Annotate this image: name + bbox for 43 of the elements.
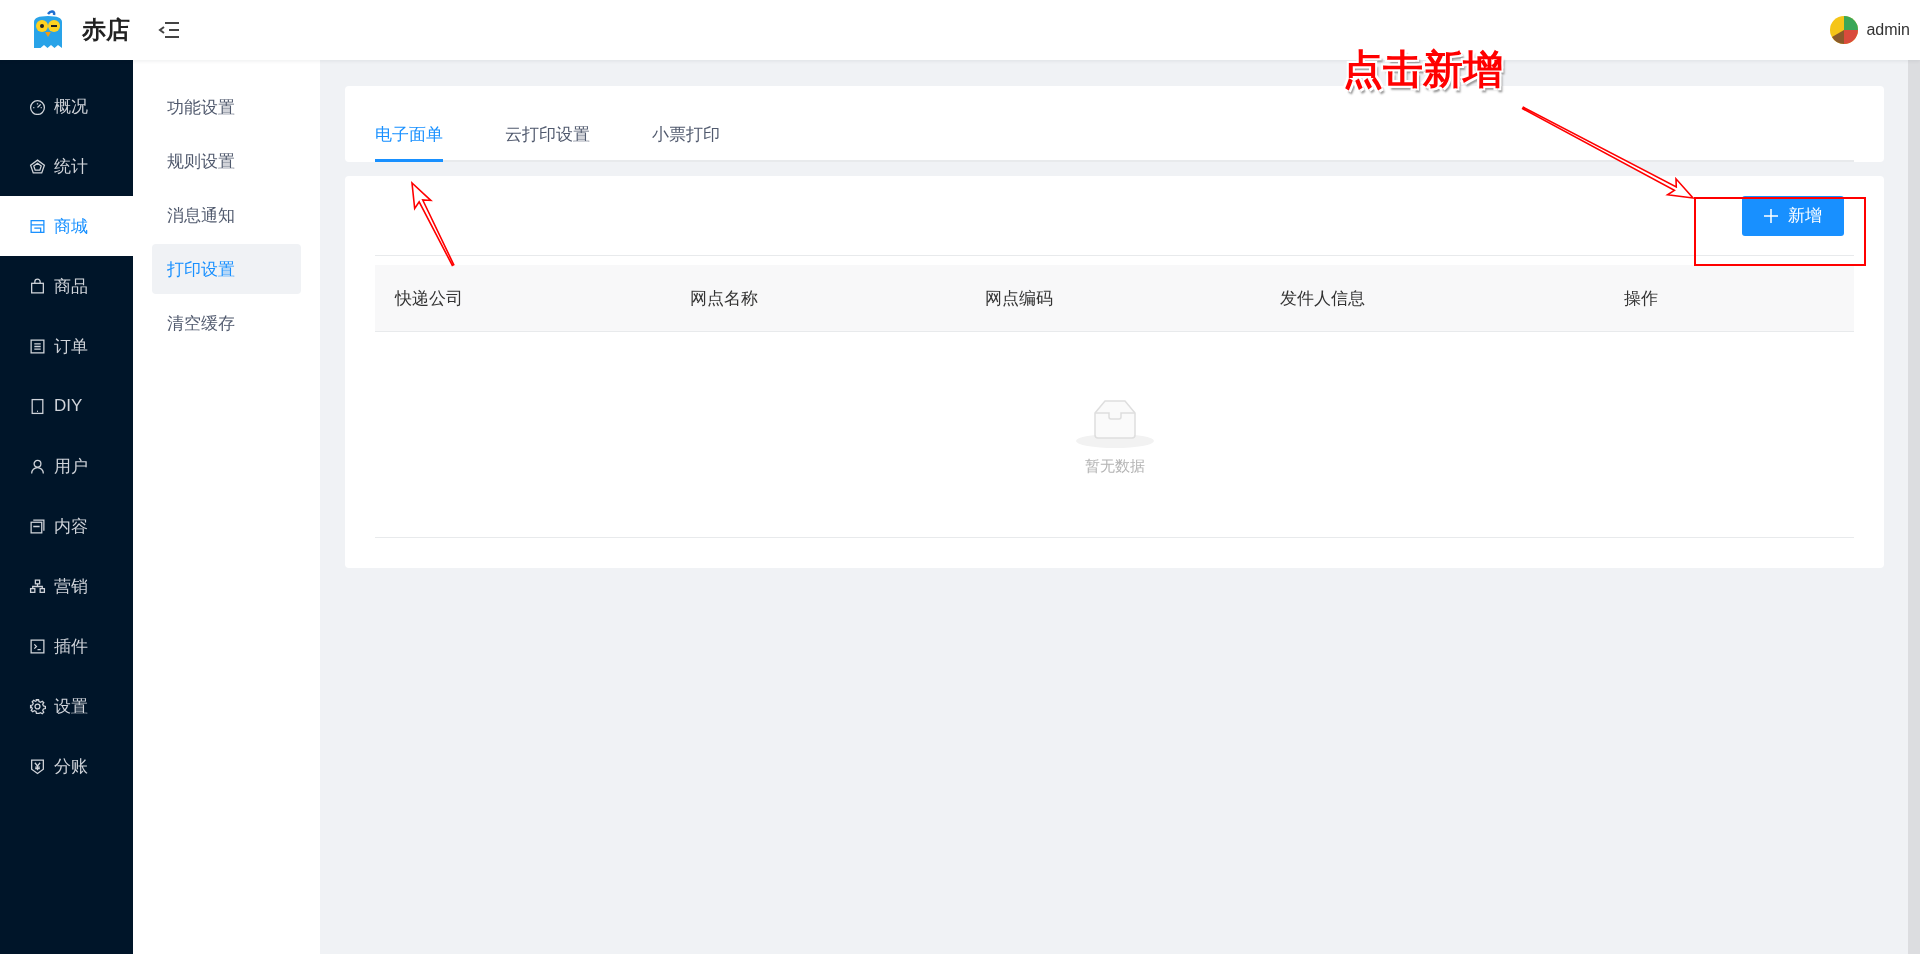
empty-text: 暂无数据	[1084, 457, 1145, 476]
gear-icon	[29, 697, 46, 715]
empty-inbox-icon	[1074, 397, 1155, 449]
sidebar-item[interactable]: 订单	[0, 316, 133, 376]
gauge-icon	[29, 97, 46, 115]
tab[interactable]: 小票打印	[652, 123, 720, 162]
column-header: 快递公司	[393, 287, 464, 310]
submenu-item[interactable]: 清空缓存	[152, 298, 301, 348]
callout-text: 点击新增	[1343, 46, 1503, 93]
network-icon	[29, 577, 46, 595]
user-icon	[29, 457, 46, 475]
sidebar-item[interactable]: 概况	[0, 76, 133, 136]
submenu-item[interactable]: 规则设置	[152, 136, 301, 186]
sidebar-item[interactable]: 商品	[0, 256, 133, 316]
sidebar-item[interactable]: 分账	[0, 736, 133, 796]
sidebar-item[interactable]: 插件	[0, 616, 133, 676]
list-icon	[29, 337, 46, 355]
submenu-item[interactable]: 功能设置	[152, 82, 301, 132]
yen-icon	[29, 757, 46, 775]
storefront-icon	[29, 217, 46, 235]
terminal-icon	[29, 637, 46, 655]
column-header: 发件人信息	[1279, 287, 1366, 310]
brand-name: 赤店	[82, 15, 130, 45]
pentagon-icon	[29, 157, 46, 175]
sidebar-item[interactable]: 营销	[0, 556, 133, 616]
submenu-item[interactable]: 消息通知	[152, 190, 301, 240]
column-header: 操作	[1623, 287, 1659, 310]
bag-icon	[29, 277, 46, 295]
menu-fold-icon[interactable]	[158, 21, 180, 39]
window-icon	[29, 517, 46, 535]
scrollbar[interactable]	[1908, 60, 1920, 954]
tablet-icon	[29, 397, 46, 415]
sidebar-item[interactable]: DIY	[0, 376, 133, 436]
column-header: 网点编码	[984, 287, 1054, 310]
sidebar-item[interactable]: 用户	[0, 436, 133, 496]
sidebar-item[interactable]: 设置	[0, 676, 133, 736]
user-name[interactable]: admin	[1866, 21, 1910, 39]
avatar[interactable]	[1830, 16, 1859, 44]
sidebar-item[interactable]: 内容	[0, 496, 133, 556]
plus-icon	[1764, 208, 1778, 223]
tab[interactable]: 云打印设置	[505, 123, 590, 162]
column-header: 网点名称	[689, 287, 759, 310]
sidebar-item[interactable]: 统计	[0, 136, 133, 196]
